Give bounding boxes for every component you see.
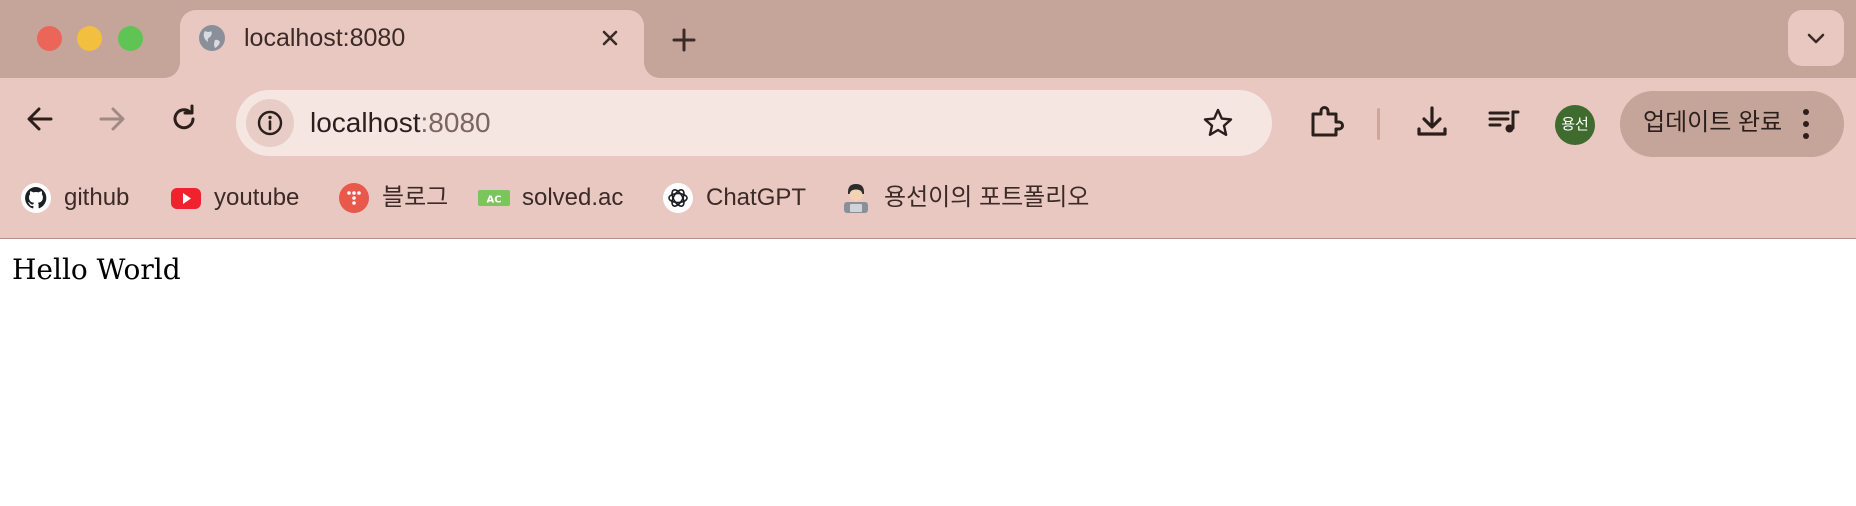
hello-world-text: Hello World	[12, 253, 181, 286]
bookmark-label: solved.ac	[522, 184, 624, 211]
extensions-puzzle-icon[interactable]	[1306, 102, 1346, 142]
github-icon	[20, 182, 52, 214]
media-queue-icon[interactable]	[1484, 102, 1524, 142]
chevron-down-icon	[1807, 33, 1825, 44]
bookmark-label: github	[64, 184, 130, 211]
tab-localhost[interactable]: localhost:8080	[180, 10, 644, 78]
update-complete-button[interactable]: 업데이트 완료	[1620, 91, 1844, 157]
blog-icon	[338, 182, 370, 214]
site-info-button[interactable]	[246, 99, 294, 147]
toolbar-separator	[1377, 108, 1380, 140]
forward-arrow-icon[interactable]	[94, 101, 130, 137]
solved-ac-icon: AC	[478, 182, 510, 214]
address-bar[interactable]: localhost:8080	[236, 90, 1272, 156]
tab-title: localhost:8080	[244, 24, 406, 52]
url-host: localhost	[310, 107, 421, 138]
reload-icon[interactable]	[166, 101, 202, 137]
url-port: :8080	[420, 107, 491, 138]
portfolio-avatar-icon	[840, 182, 872, 214]
new-tab-plus-icon[interactable]	[666, 22, 702, 58]
page-content: Hello World	[0, 240, 1856, 506]
bookmark-label: ChatGPT	[706, 184, 807, 211]
youtube-icon	[170, 182, 202, 214]
tab-search-button[interactable]	[1788, 10, 1844, 66]
bookmark-label: youtube	[214, 184, 300, 211]
svg-text:AC: AC	[486, 195, 501, 206]
update-label: 업데이트 완료	[1643, 109, 1783, 136]
window-minimize-button[interactable]	[77, 26, 102, 51]
download-icon[interactable]	[1412, 102, 1452, 142]
url-text[interactable]: localhost:8080	[310, 104, 491, 142]
bookmark-label: 용선이의 포트폴리오	[884, 184, 1090, 211]
profile-avatar[interactable]: 용선	[1555, 105, 1595, 145]
window-close-button[interactable]	[37, 26, 62, 51]
bookmark-label: 블로그	[382, 184, 449, 211]
window-maximize-button[interactable]	[118, 26, 143, 51]
kebab-menu-icon[interactable]	[1800, 106, 1812, 142]
info-icon	[257, 110, 283, 136]
bookmarks-bar: github youtube 블로그 AC solved.ac ChatGPT …	[0, 168, 1856, 239]
tab-close-icon[interactable]	[596, 24, 624, 52]
bookmark-star-icon[interactable]	[1200, 105, 1236, 141]
back-arrow-icon[interactable]	[22, 101, 58, 137]
globe-icon	[197, 23, 227, 53]
chatgpt-icon	[662, 182, 694, 214]
tab-strip: localhost:8080	[0, 0, 1856, 78]
toolbar: localhost:8080 용선 업데이트 완료	[0, 78, 1856, 168]
